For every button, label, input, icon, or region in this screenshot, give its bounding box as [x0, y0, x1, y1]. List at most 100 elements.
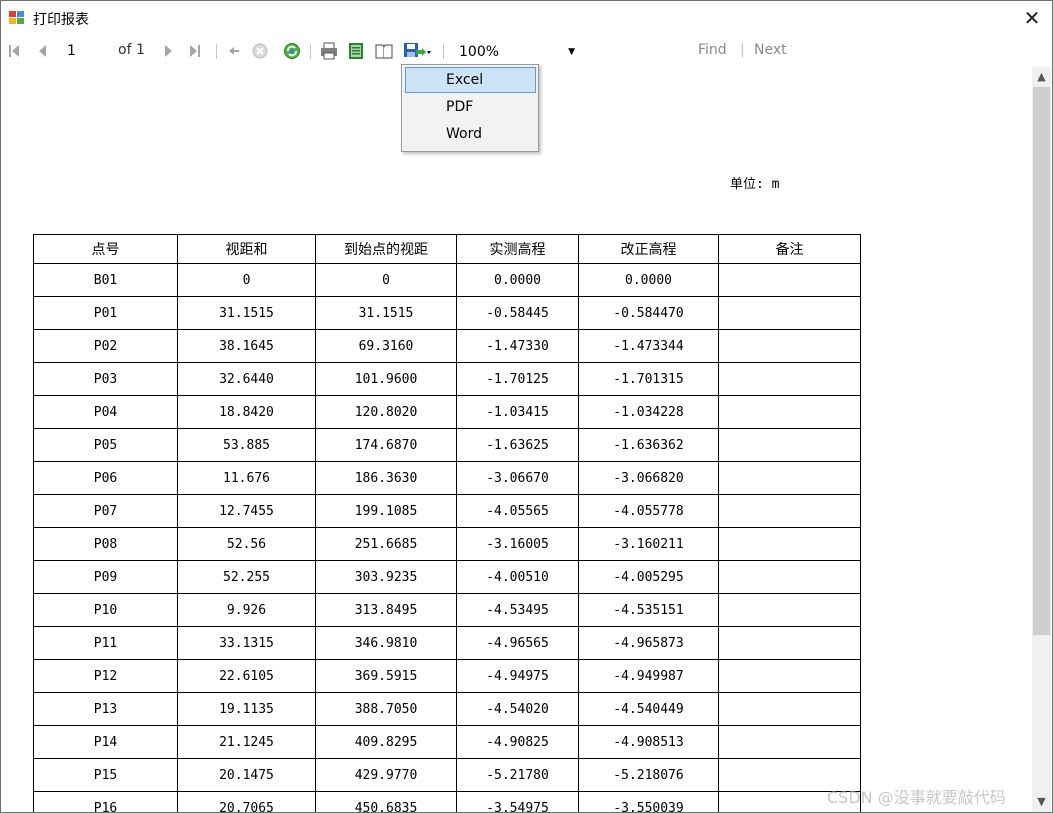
first-page-icon[interactable]: [8, 36, 20, 66]
table-cell: [718, 395, 861, 429]
title-bar: 打印报表 ✕: [1, 1, 1052, 35]
find-link[interactable]: Find: [698, 42, 727, 58]
export-excel-item[interactable]: Excel: [405, 67, 536, 93]
table-cell: [718, 692, 861, 726]
table-cell: -5.21780: [456, 758, 579, 792]
table-cell: -3.16005: [456, 527, 579, 561]
table-cell: -1.03415: [456, 395, 579, 429]
table-cell: 52.56: [177, 527, 316, 561]
report-toolbar: 1 of 1 100% ▼ Find | Next: [1, 36, 1052, 66]
report-table-body: B01 0 0 0.0000 0.0000 P01 31.1515 31.1515 -0.584…: [33, 263, 861, 812]
table-cell: P11: [33, 626, 178, 660]
table-cell: [718, 296, 861, 330]
table-cell: 0: [315, 263, 457, 297]
table-cell: -3.066820: [578, 461, 719, 495]
table-cell: 346.9810: [315, 626, 457, 660]
chevron-down-icon: ▼: [568, 47, 575, 57]
watermark: CSDN @没事就要敲代码: [827, 788, 1006, 807]
table-cell: P06: [33, 461, 178, 495]
table-cell: 251.6685: [315, 527, 457, 561]
table-cell: -3.160211: [578, 527, 719, 561]
table-row: P15 20.1475 429.9770 -5.21780 -5.218076: [33, 758, 861, 792]
table-cell: 21.1245: [177, 725, 316, 759]
table-cell: 199.1085: [315, 494, 457, 528]
page-number-input[interactable]: 1: [64, 40, 112, 62]
table-cell: P01: [33, 296, 178, 330]
table-cell: -4.54020: [456, 692, 579, 726]
stop-icon[interactable]: [251, 36, 269, 66]
print-layout-icon[interactable]: [347, 36, 365, 66]
table-cell: -3.54975: [456, 791, 579, 812]
table-cell: 20.7065: [177, 791, 316, 812]
export-icon[interactable]: [403, 36, 431, 66]
export-word-item[interactable]: Word: [405, 121, 536, 147]
table-cell: P10: [33, 593, 178, 627]
table-cell: [718, 428, 861, 462]
page-setup-icon[interactable]: [374, 36, 394, 66]
table-cell: [718, 560, 861, 594]
table-row: P09 52.255 303.9235 -4.00510 -4.005295: [33, 560, 861, 594]
next-page-icon[interactable]: [163, 36, 173, 66]
report-window: 打印报表 ✕ 1 of 1 100% ▼ Find | Next 单位: m 点…: [0, 0, 1053, 813]
table-cell: 69.3160: [315, 329, 457, 363]
table-row: P10 9.926 313.8495 -4.53495 -4.535151: [33, 593, 861, 627]
report-table: 点号 视距和 到始点的视距 实测高程 改正高程 备注 B01 0 0 0.0000 0.…: [33, 234, 861, 812]
table-cell: B01: [33, 263, 178, 297]
scroll-up-icon[interactable]: ▲: [1032, 67, 1051, 87]
zoom-value: 100%: [459, 44, 500, 60]
refresh-icon[interactable]: [283, 36, 301, 66]
table-cell: -4.055778: [578, 494, 719, 528]
table-row: P06 11.676 186.3630 -3.06670 -3.066820: [33, 461, 861, 495]
table-cell: [718, 593, 861, 627]
vertical-scrollbar[interactable]: ▲ ▼: [1032, 67, 1051, 812]
table-cell: -4.00510: [456, 560, 579, 594]
table-cell: P08: [33, 527, 178, 561]
table-cell: 450.6835: [315, 791, 457, 812]
table-cell: -1.63625: [456, 428, 579, 462]
zoom-select[interactable]: 100% ▼: [455, 41, 579, 63]
table-cell: [718, 362, 861, 396]
table-cell: -1.70125: [456, 362, 579, 396]
table-row: P16 20.7065 450.6835 -3.54975 -3.550039: [33, 791, 861, 812]
table-cell: 0.0000: [456, 263, 579, 297]
column-header: 点号: [33, 234, 178, 264]
table-row: P12 22.6105 369.5915 -4.94975 -4.949987: [33, 659, 861, 693]
table-row: P11 33.1315 346.9810 -4.96565 -4.965873: [33, 626, 861, 660]
table-cell: 9.926: [177, 593, 316, 627]
table-header-row: 点号 视距和 到始点的视距 实测高程 改正高程 备注: [33, 234, 861, 264]
report-viewport: 单位: m 点号 视距和 到始点的视距 实测高程 改正高程 备注 B01 0 0 0.…: [2, 67, 1032, 812]
table-cell: 313.8495: [315, 593, 457, 627]
table-cell: 186.3630: [315, 461, 457, 495]
back-icon[interactable]: [227, 36, 241, 66]
table-row: P02 38.1645 69.3160 -1.47330 -1.473344: [33, 329, 861, 363]
scroll-thumb[interactable]: [1033, 87, 1050, 635]
table-cell: 369.5915: [315, 659, 457, 693]
table-cell: P12: [33, 659, 178, 693]
table-cell: -4.96565: [456, 626, 579, 660]
table-row: P13 19.1135 388.7050 -4.54020 -4.540449: [33, 692, 861, 726]
previous-page-icon[interactable]: [37, 36, 47, 66]
column-header: 备注: [718, 234, 861, 264]
table-cell: 120.8020: [315, 395, 457, 429]
next-link[interactable]: Next: [754, 42, 787, 58]
scroll-down-icon[interactable]: ▼: [1032, 792, 1051, 812]
table-cell: [718, 626, 861, 660]
table-cell: P02: [33, 329, 178, 363]
table-cell: 429.9770: [315, 758, 457, 792]
table-cell: 101.9600: [315, 362, 457, 396]
table-cell: [718, 527, 861, 561]
table-cell: P09: [33, 560, 178, 594]
table-cell: -3.550039: [578, 791, 719, 812]
table-cell: P13: [33, 692, 178, 726]
export-pdf-item[interactable]: PDF: [405, 94, 536, 120]
window-title: 打印报表: [33, 12, 89, 28]
table-cell: 33.1315: [177, 626, 316, 660]
last-page-icon[interactable]: [189, 36, 201, 66]
close-button[interactable]: ✕: [1022, 7, 1042, 29]
find-input[interactable]: [594, 41, 689, 63]
print-icon[interactable]: [319, 36, 339, 66]
table-cell: P14: [33, 725, 178, 759]
table-row: P07 12.7455 199.1085 -4.05565 -4.055778: [33, 494, 861, 528]
find-next-divider: |: [740, 42, 745, 58]
table-cell: 20.1475: [177, 758, 316, 792]
